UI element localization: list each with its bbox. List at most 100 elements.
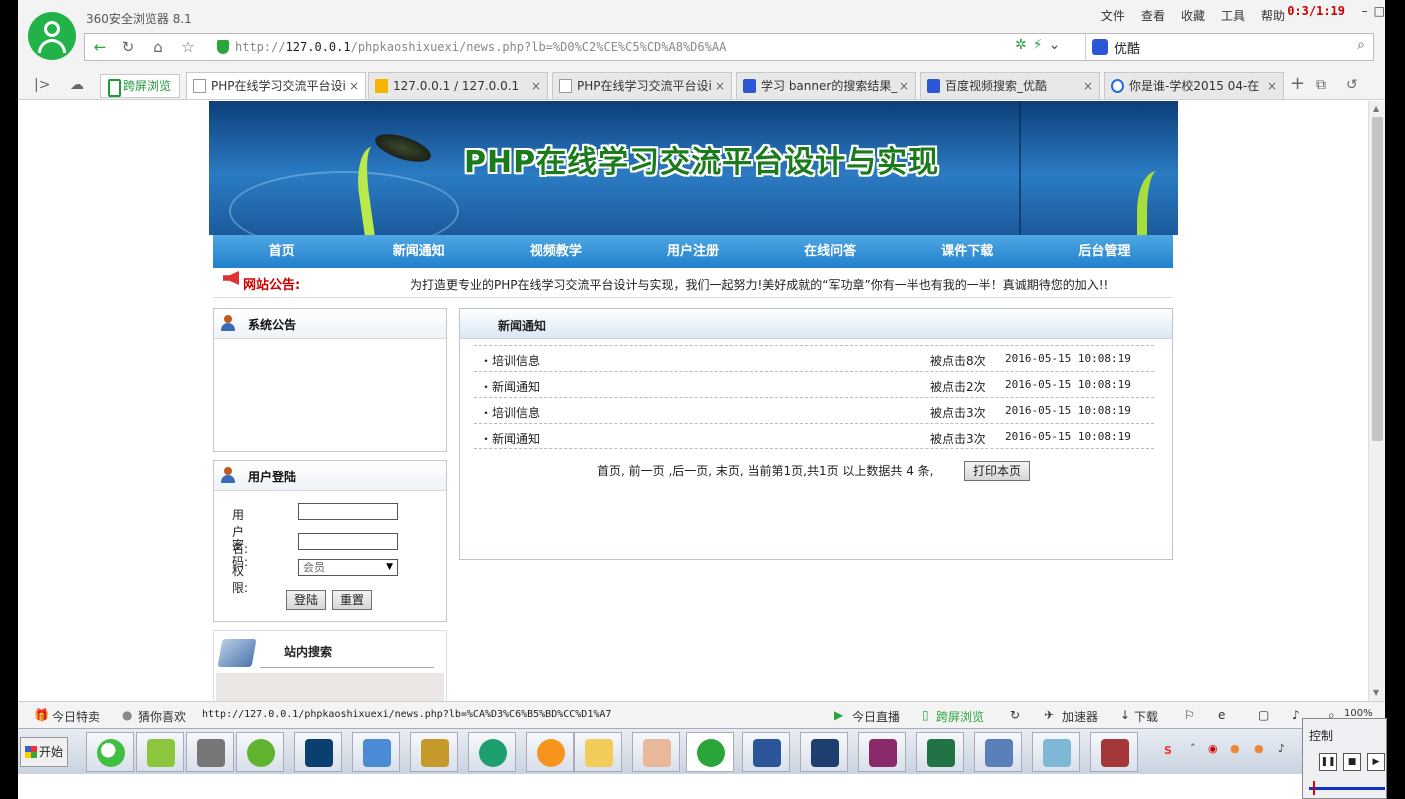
stop-icon[interactable]: ■	[1343, 753, 1361, 771]
menu-file[interactable]: 文件	[1101, 7, 1125, 24]
progress-marker[interactable]	[1313, 781, 1315, 795]
pause-icon[interactable]: ❚❚	[1319, 753, 1337, 771]
pager[interactable]: 首页, 前一页 ,后一页, 末页, 当前第1页,共1页 以上数据共 4 条,	[597, 462, 934, 479]
refresh-icon[interactable]: ↻	[1010, 708, 1020, 722]
maximize-icon[interactable]: □	[1374, 4, 1385, 18]
sidebar-toggle-icon[interactable]: |>	[34, 77, 50, 93]
menu-tools[interactable]: 工具	[1221, 7, 1245, 24]
record-icon[interactable]: ▶	[1367, 753, 1385, 771]
address-bar[interactable]: http://127.0.0.1/phpkaoshixuexi/news.php…	[235, 36, 726, 58]
taskbar-excel[interactable]	[916, 732, 964, 772]
news-item-title[interactable]: ・新闻通知	[480, 430, 540, 447]
start-button[interactable]: 开始	[20, 737, 68, 767]
menu-view[interactable]: 查看	[1141, 7, 1165, 24]
close-icon[interactable]: ×	[715, 73, 725, 99]
taskbar-computer[interactable]	[974, 732, 1022, 772]
ie-icon[interactable]: e	[1218, 708, 1225, 722]
nav-download[interactable]: 课件下载	[899, 235, 1036, 268]
taskbar-tool[interactable]	[186, 732, 234, 772]
taskbar-android[interactable]	[136, 732, 184, 772]
tab-1[interactable]: PHP在线学习交流平台设i ×	[186, 72, 366, 99]
login-button[interactable]: 登陆	[286, 590, 326, 610]
accelerator-link[interactable]: 加速器	[1062, 708, 1098, 725]
rocket-icon[interactable]: ✈	[1044, 708, 1054, 722]
tab-4[interactable]: 学习 banner的搜索结果_ ×	[736, 72, 916, 99]
tab-6[interactable]: 你是谁-学校2015 04-在 ×	[1104, 72, 1284, 99]
taskbar-transfer[interactable]	[352, 732, 400, 772]
gift-icon[interactable]: 🎁	[34, 708, 49, 722]
taskbar-360-browser[interactable]	[686, 732, 734, 772]
nav-admin[interactable]: 后台管理	[1036, 235, 1173, 268]
taskbar-photoshop[interactable]	[294, 732, 342, 772]
cross-screen-link[interactable]: 跨屏浏览	[936, 708, 984, 725]
address-dropdown-icon[interactable]: ⌄	[1049, 37, 1061, 53]
speed-mode-icon[interactable]: ⚡	[1033, 37, 1043, 53]
nav-qa[interactable]: 在线问答	[762, 235, 899, 268]
taskbar-globe[interactable]	[468, 732, 516, 772]
menu-favorites[interactable]: 收藏	[1181, 7, 1205, 24]
close-icon[interactable]: ×	[1083, 73, 1093, 99]
print-button[interactable]: 打印本页	[964, 461, 1030, 481]
today-sale-link[interactable]: 今日特卖	[52, 708, 100, 725]
volume-icon[interactable]: ♪	[1292, 708, 1300, 722]
live-link[interactable]: 今日直播	[852, 708, 900, 725]
username-input[interactable]	[298, 503, 398, 520]
download-icon[interactable]: ↓	[1120, 708, 1130, 722]
taskbar-eraser[interactable]	[1032, 732, 1080, 772]
refresh-icon[interactable]: ↻	[117, 37, 139, 57]
close-icon[interactable]: ×	[899, 73, 909, 99]
user-avatar-icon[interactable]	[28, 12, 76, 60]
nav-register[interactable]: 用户注册	[624, 235, 761, 268]
tray-expand-icon[interactable]: ˄	[1190, 742, 1196, 755]
taskbar-folder[interactable]	[574, 732, 622, 772]
password-input[interactable]	[298, 533, 398, 550]
taskbar-dreamweaver[interactable]	[236, 732, 284, 772]
bulb-icon[interactable]: ●	[122, 708, 132, 722]
new-tab-icon[interactable]: +	[1290, 73, 1305, 94]
close-icon[interactable]: ×	[349, 73, 359, 99]
scroll-thumb[interactable]	[1372, 117, 1383, 441]
tab-3[interactable]: PHP在线学习交流平台设i ×	[552, 72, 732, 99]
role-select[interactable]: 会员	[298, 559, 398, 576]
phone-icon[interactable]: ▯	[922, 708, 929, 722]
progress-track[interactable]	[1309, 787, 1385, 790]
back-icon[interactable]: ←	[89, 37, 111, 57]
undo-close-icon[interactable]: ↺	[1346, 77, 1358, 93]
taskbar-disc[interactable]	[526, 732, 574, 772]
nav-video[interactable]: 视频教学	[487, 235, 624, 268]
taskbar-app8[interactable]	[800, 732, 848, 772]
close-icon[interactable]: ×	[1267, 73, 1277, 99]
page-scrollbar[interactable]: ▲ ▼	[1368, 101, 1385, 701]
flag-icon[interactable]: ⚐	[1184, 708, 1195, 722]
loading-icon[interactable]: ✲	[1015, 37, 1027, 53]
news-item-title[interactable]: ・培训信息	[480, 352, 540, 369]
taskbar-word[interactable]	[742, 732, 790, 772]
cloud-icon[interactable]: ☁	[70, 77, 84, 93]
reset-button[interactable]: 重置	[332, 590, 372, 610]
taskbar-explorer-tool[interactable]	[410, 732, 458, 772]
taskbar-wechat[interactable]	[86, 732, 134, 772]
nav-news[interactable]: 新闻通知	[350, 235, 487, 268]
nav-home[interactable]: 首页	[213, 235, 350, 268]
scroll-down-icon[interactable]: ▼	[1373, 688, 1379, 697]
tray-app-icon[interactable]: ◉	[1208, 742, 1218, 755]
sogou-icon[interactable]: S	[1164, 744, 1172, 757]
news-item-title[interactable]: ・培训信息	[480, 404, 540, 421]
taskbar-access[interactable]	[1090, 732, 1138, 772]
tab-2[interactable]: 127.0.0.1 / 127.0.0.1 ×	[368, 72, 548, 99]
taskbar-winrar[interactable]	[858, 732, 906, 772]
taskbar-photo[interactable]	[632, 732, 680, 772]
minimize-icon[interactable]: –	[1362, 4, 1368, 18]
menu-help[interactable]: 帮助	[1261, 7, 1285, 24]
scroll-up-icon[interactable]: ▲	[1373, 104, 1379, 113]
search-icon[interactable]: ⌕	[1357, 37, 1365, 53]
search-box[interactable]: 优酷 ⌕	[1085, 34, 1373, 60]
qq-icon[interactable]: ●	[1230, 742, 1240, 755]
tab-5[interactable]: 百度视频搜索_优酷 ×	[920, 72, 1100, 99]
news-item-title[interactable]: ・新闻通知	[480, 378, 540, 395]
close-icon[interactable]: ×	[531, 73, 541, 99]
star-icon[interactable]: ☆	[177, 37, 199, 57]
download-link[interactable]: 下载	[1134, 708, 1158, 725]
home-icon[interactable]: ⌂	[147, 37, 169, 57]
search-input[interactable]: 优酷	[1114, 38, 1140, 57]
